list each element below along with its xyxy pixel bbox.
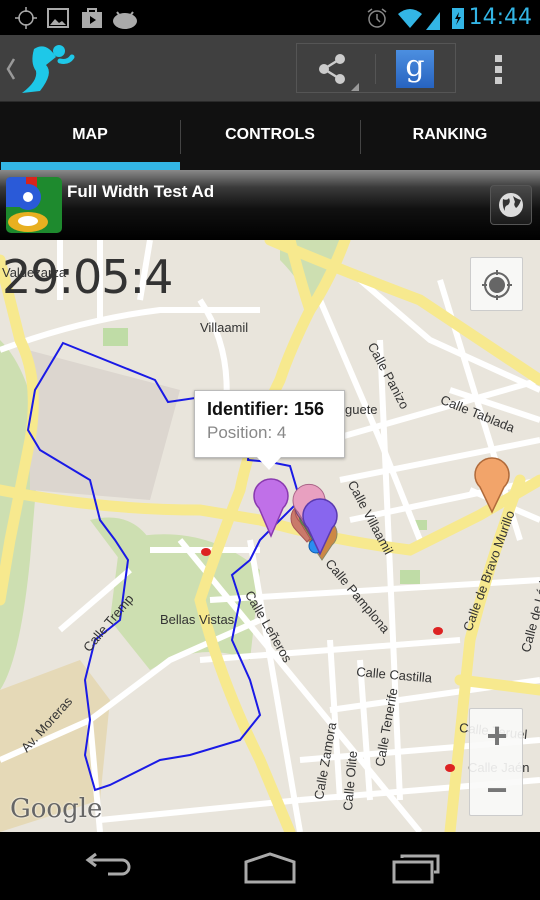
- up-button[interactable]: [0, 35, 80, 102]
- google-logo-icon: [6, 177, 62, 233]
- info-window-tail: [257, 457, 281, 470]
- my-location-icon: [482, 270, 512, 300]
- globe-icon: [499, 193, 523, 217]
- tab-ranking[interactable]: RANKING: [360, 102, 540, 170]
- tab-map[interactable]: MAP: [0, 102, 180, 170]
- android-icon: [113, 11, 137, 29]
- google-attribution: Google: [10, 794, 103, 824]
- status-time: 14:44: [468, 5, 532, 30]
- map-tiles: [0, 240, 540, 832]
- overflow-menu-button[interactable]: [484, 51, 514, 87]
- play-store-icon: [82, 8, 102, 28]
- map-label: guete: [345, 402, 378, 417]
- info-position: Position: 4: [207, 423, 287, 442]
- runner-icon: [22, 45, 75, 93]
- action-group: g: [296, 43, 456, 93]
- map-label: Bellas Vistas: [160, 612, 235, 627]
- google-plus-icon: g: [405, 49, 425, 84]
- share-icon: [319, 54, 359, 91]
- ad-banner[interactable]: Full Width Test Ad: [0, 170, 540, 240]
- my-location-button[interactable]: [470, 257, 523, 311]
- zoom-controls: + −: [469, 708, 523, 816]
- tab-controls[interactable]: CONTROLS: [180, 102, 360, 170]
- overflow-menu-icon: [495, 55, 502, 84]
- action-bar: g: [0, 35, 540, 102]
- back-icon[interactable]: [82, 846, 142, 886]
- status-bar: 14:44: [0, 0, 540, 35]
- tab-bar: MAP CONTROLS RANKING: [0, 102, 540, 170]
- alarm-icon: [367, 8, 387, 28]
- battery-charging-icon: [452, 8, 464, 29]
- action-divider: [375, 54, 376, 84]
- zoom-in-button[interactable]: +: [470, 709, 524, 763]
- map-view[interactable]: Valdezarza Villaamil Calle Panizo Calle …: [0, 240, 540, 832]
- ad-open-button[interactable]: [490, 185, 532, 225]
- google-plus-button[interactable]: g: [396, 50, 434, 88]
- race-timer: 29:05:4: [2, 250, 173, 304]
- home-icon[interactable]: [240, 846, 300, 886]
- gallery-icon: [47, 8, 69, 28]
- tab-indicator: [1, 162, 180, 170]
- map-label: Villaamil: [200, 320, 249, 335]
- recents-icon[interactable]: [390, 846, 450, 886]
- wifi-icon: [398, 9, 440, 30]
- ad-title: Full Width Test Ad: [67, 182, 215, 201]
- system-nav-bar: [0, 832, 540, 900]
- info-identifier: Identifier: 156: [207, 399, 325, 419]
- gps-icon: [15, 7, 37, 29]
- share-button[interactable]: [297, 44, 377, 92]
- zoom-out-button[interactable]: −: [470, 763, 524, 817]
- marker-info-window[interactable]: Identifier: 156 Position: 4: [194, 390, 345, 470]
